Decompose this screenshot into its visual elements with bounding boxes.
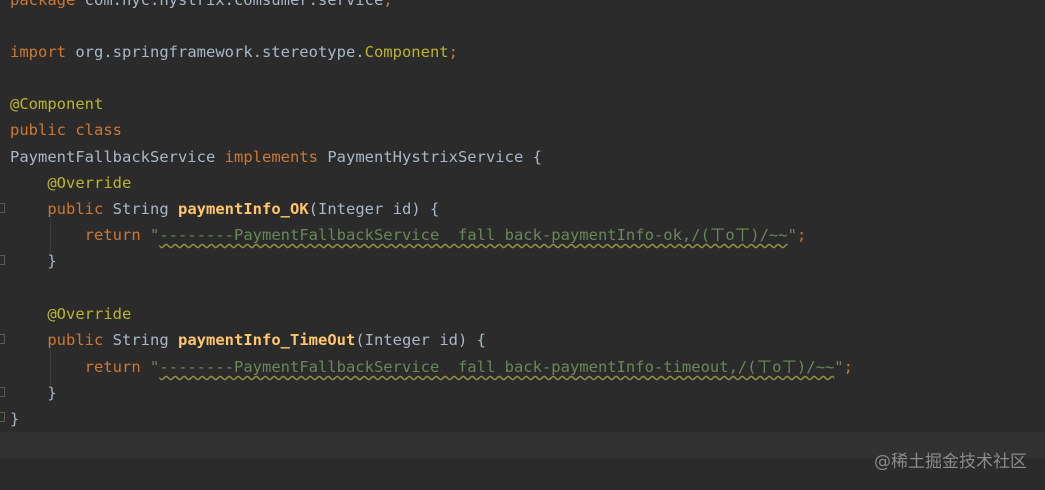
code-line-close-brace[interactable]: } — [0, 380, 56, 406]
annotation: @Override — [47, 174, 132, 192]
string-literal: --------PaymentFallbackService fall back… — [159, 358, 835, 376]
keyword: class — [75, 121, 123, 139]
method-name: paymentInfo_TimeOut — [178, 331, 356, 349]
keyword: return — [84, 358, 141, 376]
annotation: @Component — [10, 95, 104, 113]
code-line-annotation[interactable]: @Override — [0, 301, 131, 327]
import-path: org.springframework.stereotype. — [75, 43, 365, 61]
class-name: PaymentFallbackService — [10, 148, 216, 166]
keyword: package — [10, 0, 76, 9]
code-line-return[interactable]: return "--------PaymentFallbackService f… — [0, 222, 807, 248]
code-line-return[interactable]: return "--------PaymentFallbackService f… — [0, 354, 853, 380]
code-line-close-brace[interactable]: } — [0, 248, 56, 274]
keyword: implements — [224, 148, 318, 166]
keyword: return — [84, 226, 141, 244]
package-name: com.hyc.hystrix.comsumer.service — [84, 0, 384, 9]
method-name: paymentInfo_OK — [178, 200, 309, 218]
code-line-package[interactable]: package com.hyc.hystrix.comsumer.service… — [0, 0, 393, 13]
return-type: String — [112, 200, 169, 218]
annotation: @Override — [47, 305, 132, 323]
param-name: id — [392, 200, 412, 218]
param-type: Integer — [364, 331, 430, 349]
code-line-method-declaration[interactable]: public String paymentInfo_OK(Integer id)… — [0, 196, 439, 222]
param-name: id — [439, 331, 459, 349]
code-line-method-declaration[interactable]: public String paymentInfo_TimeOut(Intege… — [0, 327, 486, 353]
string-literal: --------PaymentFallbackService fall back… — [159, 226, 788, 244]
return-type: String — [112, 331, 169, 349]
keyword: public — [10, 121, 66, 139]
keyword: import — [10, 43, 66, 61]
param-type: Integer — [318, 200, 384, 218]
import-class: Component — [364, 43, 449, 61]
watermark: @稀土掘金技术社区 — [874, 452, 1027, 472]
code-line-import[interactable]: import org.springframework.stereotype.Co… — [0, 39, 458, 65]
keyword: public — [47, 200, 104, 218]
code-line-class-declaration[interactable]: PaymentFallbackService implements Paymen… — [0, 144, 542, 170]
interface-name: PaymentHystrixService — [327, 148, 524, 166]
code-line-close-brace[interactable]: } — [0, 406, 37, 432]
keyword: public — [47, 331, 104, 349]
code-line-class-modifiers[interactable]: public class — [0, 117, 122, 143]
code-line-annotation[interactable]: @Override — [0, 170, 131, 196]
code-editor[interactable]: package com.hyc.hystrix.comsumer.service… — [0, 0, 1045, 490]
code-line-annotation[interactable]: @Component — [0, 91, 103, 117]
